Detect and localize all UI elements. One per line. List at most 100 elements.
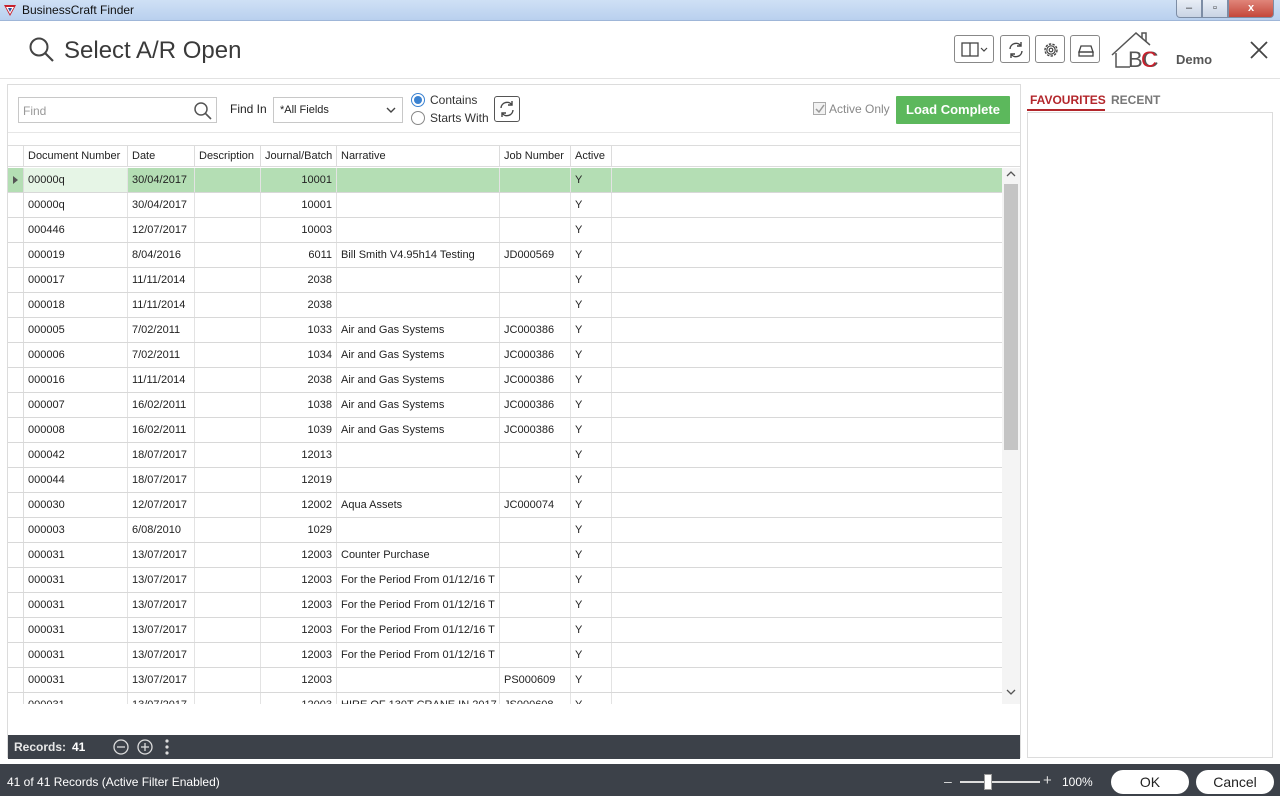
cell-narrative[interactable]: For the Period From 01/12/16 T [337,643,500,667]
cell-journal-batch[interactable]: 1034 [261,343,337,367]
cancel-button[interactable]: Cancel [1196,770,1274,794]
cell-active[interactable]: Y [571,693,612,704]
table-row[interactable]: 000019 8/04/2016 6011 Bill Smith V4.95h14 T… [8,243,1002,268]
table-row[interactable]: 00003113/07/2017 12003HIRE OF 130T CRANE … [8,693,1002,704]
cell-document-number[interactable]: 000044 [24,468,128,492]
cell-date[interactable]: 13/07/2017 [128,618,195,642]
cell-date[interactable]: 7/02/2011 [128,318,195,342]
cell-job-number[interactable] [500,168,571,192]
cell-active[interactable]: Y [571,593,612,617]
cell-job-number[interactable] [500,618,571,642]
column-header-date[interactable]: Date [128,146,195,167]
cell-journal-batch[interactable]: 10001 [261,193,337,217]
cell-journal-batch[interactable]: 2038 [261,293,337,317]
table-row[interactable]: 000031 13/07/2017 12003 For the Period From… [8,593,1002,618]
cell-narrative[interactable] [337,668,500,692]
cell-description[interactable] [195,218,261,242]
table-row[interactable]: 000044 18/07/2017 12019 Y [8,468,1002,493]
cell-description[interactable] [195,443,261,467]
cell-journal-batch[interactable]: 6011 [261,243,337,267]
cell-document-number[interactable]: 000019 [24,243,128,267]
cell-description[interactable] [195,568,261,592]
cell-date[interactable]: 16/02/2011 [128,393,195,417]
vertical-scrollbar[interactable] [1002,168,1020,704]
cell-date[interactable]: 11/11/2014 [128,368,195,392]
cell-date[interactable]: 13/07/2017 [128,643,195,667]
cell-document-number[interactable]: 000018 [24,293,128,317]
cell-job-number[interactable] [500,543,571,567]
cell-narrative[interactable] [337,468,500,492]
column-header-narrative[interactable]: Narrative [337,146,500,167]
tab-favourites[interactable]: FAVOURITES [1030,93,1106,107]
cell-active[interactable]: Y [571,418,612,442]
table-row[interactable]: 000006 7/02/2011 1034 Air and Gas Systems JC… [8,343,1002,368]
expand-icon[interactable] [136,738,154,756]
more-options-icon[interactable] [163,738,171,756]
cell-description[interactable] [195,618,261,642]
cell-narrative[interactable]: Air and Gas Systems [337,418,500,442]
cell-active[interactable]: Y [571,243,612,267]
table-row[interactable]: 000042 18/07/2017 12013 Y [8,443,1002,468]
cell-date[interactable]: 16/02/2011 [128,418,195,442]
cell-narrative[interactable] [337,168,500,192]
table-row[interactable]: 000446 12/07/2017 10003 Y [8,218,1002,243]
tab-recent[interactable]: RECENT [1111,93,1160,107]
row-header[interactable] [8,243,24,267]
cell-active[interactable]: Y [571,568,612,592]
cell-journal-batch[interactable]: 2038 [261,268,337,292]
cell-description[interactable] [195,268,261,292]
cell-job-number[interactable]: JC000386 [500,393,571,417]
cell-active[interactable]: Y [571,443,612,467]
cell-document-number[interactable]: 000017 [24,268,128,292]
cell-document-number[interactable]: 000031 [24,568,128,592]
cell-active[interactable]: Y [571,643,612,667]
cell-job-number[interactable]: PS000609 [500,668,571,692]
contains-label[interactable]: Contains [430,93,477,107]
cell-job-number[interactable] [500,443,571,467]
row-header[interactable] [8,443,24,467]
cell-narrative[interactable]: For the Period From 01/12/16 T [337,568,500,592]
cell-narrative[interactable] [337,443,500,467]
cell-date[interactable]: 6/08/2010 [128,518,195,542]
minimize-button[interactable]: – [1176,0,1202,18]
table-row[interactable]: 000031 13/07/2017 12003 PS000609 Y [8,668,1002,693]
cell-active[interactable]: Y [571,518,612,542]
cell-job-number[interactable]: JC000386 [500,343,571,367]
cell-narrative[interactable]: For the Period From 01/12/16 T [337,593,500,617]
cell-date[interactable]: 12/07/2017 [128,493,195,517]
cell-document-number[interactable]: 000016 [24,368,128,392]
table-row[interactable]: 000005 7/02/2011 1033 Air and Gas Systems JC… [8,318,1002,343]
zoom-slider[interactable] [960,781,1040,783]
cell-journal-batch[interactable]: 12003 [261,543,337,567]
column-header-document-number[interactable]: Document Number [24,146,128,167]
cell-active[interactable]: Y [571,318,612,342]
table-row[interactable]: 000016 11/11/2014 2038 Air and Gas Systems J… [8,368,1002,393]
cell-active[interactable]: Y [571,668,612,692]
cell-journal-batch[interactable]: 1033 [261,318,337,342]
find-box[interactable] [18,97,217,123]
table-row[interactable]: 000031 13/07/2017 12003 For the Period From… [8,643,1002,668]
cell-journal-batch[interactable]: 12003 [261,618,337,642]
row-header[interactable] [8,268,24,292]
cell-date[interactable]: 13/07/2017 [128,693,195,704]
cell-document-number[interactable]: 000030 [24,493,128,517]
cell-date[interactable]: 8/04/2016 [128,243,195,267]
cell-description[interactable] [195,393,261,417]
cell-date[interactable]: 13/07/2017 [128,668,195,692]
cell-job-number[interactable] [500,293,571,317]
cell-job-number[interactable]: JC000386 [500,318,571,342]
cell-date[interactable]: 18/07/2017 [128,443,195,467]
row-header[interactable] [8,343,24,367]
cell-narrative[interactable]: Air and Gas Systems [337,393,500,417]
cell-active[interactable]: Y [571,168,612,192]
column-header-active[interactable]: Active [571,146,612,167]
cell-document-number[interactable]: 000031 [24,693,128,704]
table-row[interactable]: 000017 11/11/2014 2038 Y [8,268,1002,293]
cell-document-number[interactable]: 000042 [24,443,128,467]
cell-document-number[interactable]: 000005 [24,318,128,342]
cell-description[interactable] [195,343,261,367]
row-header[interactable] [8,593,24,617]
row-header[interactable] [8,568,24,592]
row-header[interactable] [8,218,24,242]
cell-narrative[interactable]: Air and Gas Systems [337,368,500,392]
